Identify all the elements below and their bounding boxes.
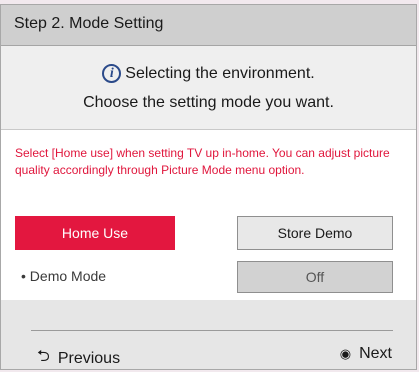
demo-mode-toggle[interactable]: Off (237, 261, 393, 293)
dialog-title: Step 2. Mode Setting (14, 15, 164, 32)
footer-divider (31, 330, 393, 331)
previous-label: Previous (57, 349, 121, 367)
ok-button-icon: ◉ (339, 346, 352, 361)
mode-description: Select [Home use] when setting TV up in-… (15, 146, 390, 177)
store-demo-button[interactable]: Store Demo (237, 216, 393, 250)
options-panel: Select [Home use] when setting TV up in-… (1, 130, 416, 300)
dialog-header: Step 2. Mode Setting (1, 5, 416, 46)
next-button[interactable]: ◉ Next (340, 345, 392, 363)
previous-button[interactable]: ⮌ Previous (37, 345, 120, 372)
info-icon: i (102, 64, 122, 83)
mode-setting-dialog: Step 2. Mode Setting i Selecting the env… (0, 4, 417, 370)
demo-mode-label: • Demo Mode (21, 268, 107, 284)
intro-text-2: Choose the setting mode you want. (83, 94, 334, 111)
next-label: Next (359, 345, 392, 362)
return-arrow-icon: ⮌ (37, 348, 50, 365)
intro-line-1: i Selecting the environment. (1, 64, 416, 83)
intro-text-1: Selecting the environment. (125, 64, 315, 82)
intro-panel: i Selecting the environment. Choose the … (1, 46, 416, 130)
home-use-button[interactable]: Home Use (15, 216, 175, 250)
